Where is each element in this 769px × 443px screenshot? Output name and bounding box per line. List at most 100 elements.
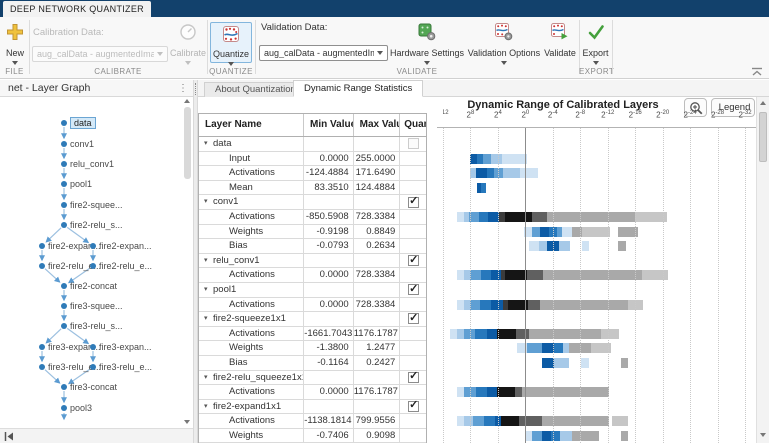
layer-node-dot[interactable] — [39, 364, 45, 370]
tab-about-quantization[interactable]: About Quantization — [204, 82, 307, 97]
layer-node-label-fire2-relu-e-[interactable]: fire2-relu_e... — [99, 261, 152, 271]
new-button[interactable]: New — [2, 23, 28, 65]
table-row-Mean[interactable]: Mean83.3510124.4884 — [199, 181, 426, 196]
column-header-min-value[interactable]: Min Value — [304, 114, 354, 136]
axis-tick-label: 2-8 — [566, 110, 594, 120]
layer-node-dot[interactable] — [61, 222, 67, 228]
scroll-to-start-icon[interactable] — [4, 432, 14, 441]
collapse-triangle-icon[interactable]: ▾ — [204, 371, 213, 385]
layer-node-dot[interactable] — [61, 405, 67, 411]
calibration-data-select[interactable]: aug_calData - augmentedIma... — [32, 46, 168, 62]
table-row-fire2-relu-squeeze1x1[interactable]: ▾fire2-relu_squeeze1x1 — [199, 371, 426, 386]
layer-node-label-fire2-expan-[interactable]: fire2-expan... — [99, 241, 152, 251]
calibrate-button[interactable]: Calibrate — [170, 23, 206, 65]
layer-node-label-relu-conv1[interactable]: relu_conv1 — [70, 159, 114, 169]
table-row-Weights[interactable]: Weights-0.91980.8849 — [199, 225, 426, 240]
table-row-Activations[interactable]: Activations0.0000728.3384 — [199, 268, 426, 283]
quantize-checkbox[interactable] — [408, 284, 419, 295]
collapse-triangle-icon[interactable]: ▾ — [204, 254, 213, 268]
column-header-quantize[interactable]: Quan — [400, 114, 426, 136]
validation-data-select[interactable]: aug_calData - augmentedIma... — [259, 45, 388, 61]
table-row-Bias[interactable]: Bias-0.07930.2634 — [199, 239, 426, 254]
validate-button[interactable]: Validate — [543, 23, 577, 58]
minimize-toolstrip-button[interactable] — [751, 64, 763, 74]
table-row-fire2-expand1x1[interactable]: ▾fire2-expand1x1 — [199, 400, 426, 415]
layer-node-dot[interactable] — [61, 283, 67, 289]
layer-node-label-fire3-squee-[interactable]: fire3-squee... — [70, 301, 123, 311]
layer-node-dot[interactable] — [61, 181, 67, 187]
layer-node-dot[interactable] — [61, 323, 67, 329]
panel-menu-icon[interactable]: ⋮ — [178, 81, 188, 97]
layer-node-label-data[interactable]: data — [70, 117, 96, 129]
table-row-conv1[interactable]: ▾conv1 — [199, 195, 426, 210]
layer-node-dot[interactable] — [39, 344, 45, 350]
table-row-pool1[interactable]: ▾pool1 — [199, 283, 426, 298]
table-row-Activations[interactable]: Activations-1661.70431176.1787 — [199, 327, 426, 342]
table-row-Activations[interactable]: Activations0.0000728.3384 — [199, 298, 426, 313]
table-row-Bias[interactable]: Bias-0.11640.2427 — [199, 356, 426, 371]
layer-node-label-fire2-relu-s-[interactable]: fire2-relu_s... — [70, 220, 123, 230]
scroll-up-icon[interactable] — [760, 101, 766, 105]
quantize-checkbox[interactable] — [408, 401, 419, 412]
quantize-checkbox[interactable] — [408, 138, 419, 149]
export-button[interactable]: Export — [581, 23, 610, 65]
scroll-down-icon[interactable] — [184, 420, 190, 424]
layer-node-dot[interactable] — [61, 202, 67, 208]
collapse-triangle-icon[interactable]: ▾ — [204, 312, 213, 326]
layer-node-dot[interactable] — [61, 141, 67, 147]
layer-graph-panel-title: net - Layer Graph — [8, 82, 90, 94]
layer-node-dot[interactable] — [61, 161, 67, 167]
layer-node-dot[interactable] — [90, 263, 96, 269]
collapse-triangle-icon[interactable]: ▾ — [204, 137, 213, 151]
layer-node-dot[interactable] — [61, 384, 67, 390]
statistics-vertical-scrollbar[interactable] — [756, 97, 769, 443]
scrollbar-thumb[interactable] — [759, 112, 767, 162]
layer-node-dot[interactable] — [61, 120, 67, 126]
layer-node-dot[interactable] — [90, 243, 96, 249]
layer-node-label-pool1[interactable]: pool1 — [70, 179, 92, 189]
quantize-checkbox[interactable] — [408, 313, 419, 324]
layer-node-dot[interactable] — [90, 344, 96, 350]
table-row-fire2-squeeze1x1[interactable]: ▾fire2-squeeze1x1 — [199, 312, 426, 327]
layer-graph-vertical-scrollbar[interactable] — [183, 98, 192, 427]
tab-dynamic-range-statistics[interactable]: Dynamic Range Statistics — [293, 80, 423, 97]
layer-node-label-fire3-relu-e-[interactable]: fire3-relu_e... — [99, 362, 152, 372]
layer-node-dot[interactable] — [39, 263, 45, 269]
layer-node-label-pool3[interactable]: pool3 — [70, 403, 92, 413]
table-row-relu-conv1[interactable]: ▾relu_conv1 — [199, 254, 426, 269]
layer-node-dot[interactable] — [90, 364, 96, 370]
validation-options-button[interactable]: Validation Options — [466, 23, 542, 65]
layer-node-label-fire3-relu-s-[interactable]: fire3-relu_s... — [70, 321, 123, 331]
table-row-Weights[interactable]: Weights-0.74060.9098 — [199, 429, 426, 443]
column-header-max-value[interactable]: Max Value — [354, 114, 401, 136]
table-row-Input[interactable]: Input0.0000255.0000 — [199, 152, 426, 167]
quantize-button[interactable]: Quantize — [210, 22, 252, 63]
ribbon-tab-deep-network-quantizer[interactable]: DEEP NETWORK QUANTIZER — [3, 1, 151, 17]
table-row-Activations[interactable]: Activations0.00001176.1787 — [199, 385, 426, 400]
layer-node-dot[interactable] — [61, 303, 67, 309]
collapse-triangle-icon[interactable]: ▾ — [204, 195, 213, 209]
collapse-triangle-icon[interactable]: ▾ — [204, 400, 213, 414]
layer-node-label-conv1[interactable]: conv1 — [70, 139, 94, 149]
scrollbar-thumb[interactable] — [184, 107, 191, 179]
layer-node-label-fire2-squee-[interactable]: fire2-squee... — [70, 200, 123, 210]
cell-quantize — [400, 152, 426, 166]
table-row-Activations[interactable]: Activations-124.4884171.6490 — [199, 166, 426, 181]
scroll-down-icon[interactable] — [760, 433, 766, 437]
layer-node-label-fire3-expan-[interactable]: fire3-expan... — [99, 342, 152, 352]
quantize-checkbox[interactable] — [408, 372, 419, 383]
layer-graph-horizontal-scrollbar[interactable] — [0, 428, 193, 443]
hardware-settings-button[interactable]: Hardware Settings — [391, 23, 463, 65]
table-row-Activations[interactable]: Activations-1138.1814799.9556 — [199, 414, 426, 429]
quantize-checkbox[interactable] — [408, 197, 419, 208]
layer-node-label-fire3-concat[interactable]: fire3-concat — [70, 382, 117, 392]
scroll-up-icon[interactable] — [184, 99, 190, 103]
collapse-triangle-icon[interactable]: ▾ — [204, 283, 213, 297]
layer-node-label-fire2-concat[interactable]: fire2-concat — [70, 281, 117, 291]
table-row-Activations[interactable]: Activations-850.5908728.3384 — [199, 210, 426, 225]
table-row-data[interactable]: ▾data — [199, 137, 426, 152]
quantize-checkbox[interactable] — [408, 255, 419, 266]
table-row-Weights[interactable]: Weights-1.38001.2477 — [199, 341, 426, 356]
column-header-layer-name[interactable]: Layer Name — [199, 114, 304, 136]
layer-node-dot[interactable] — [39, 243, 45, 249]
